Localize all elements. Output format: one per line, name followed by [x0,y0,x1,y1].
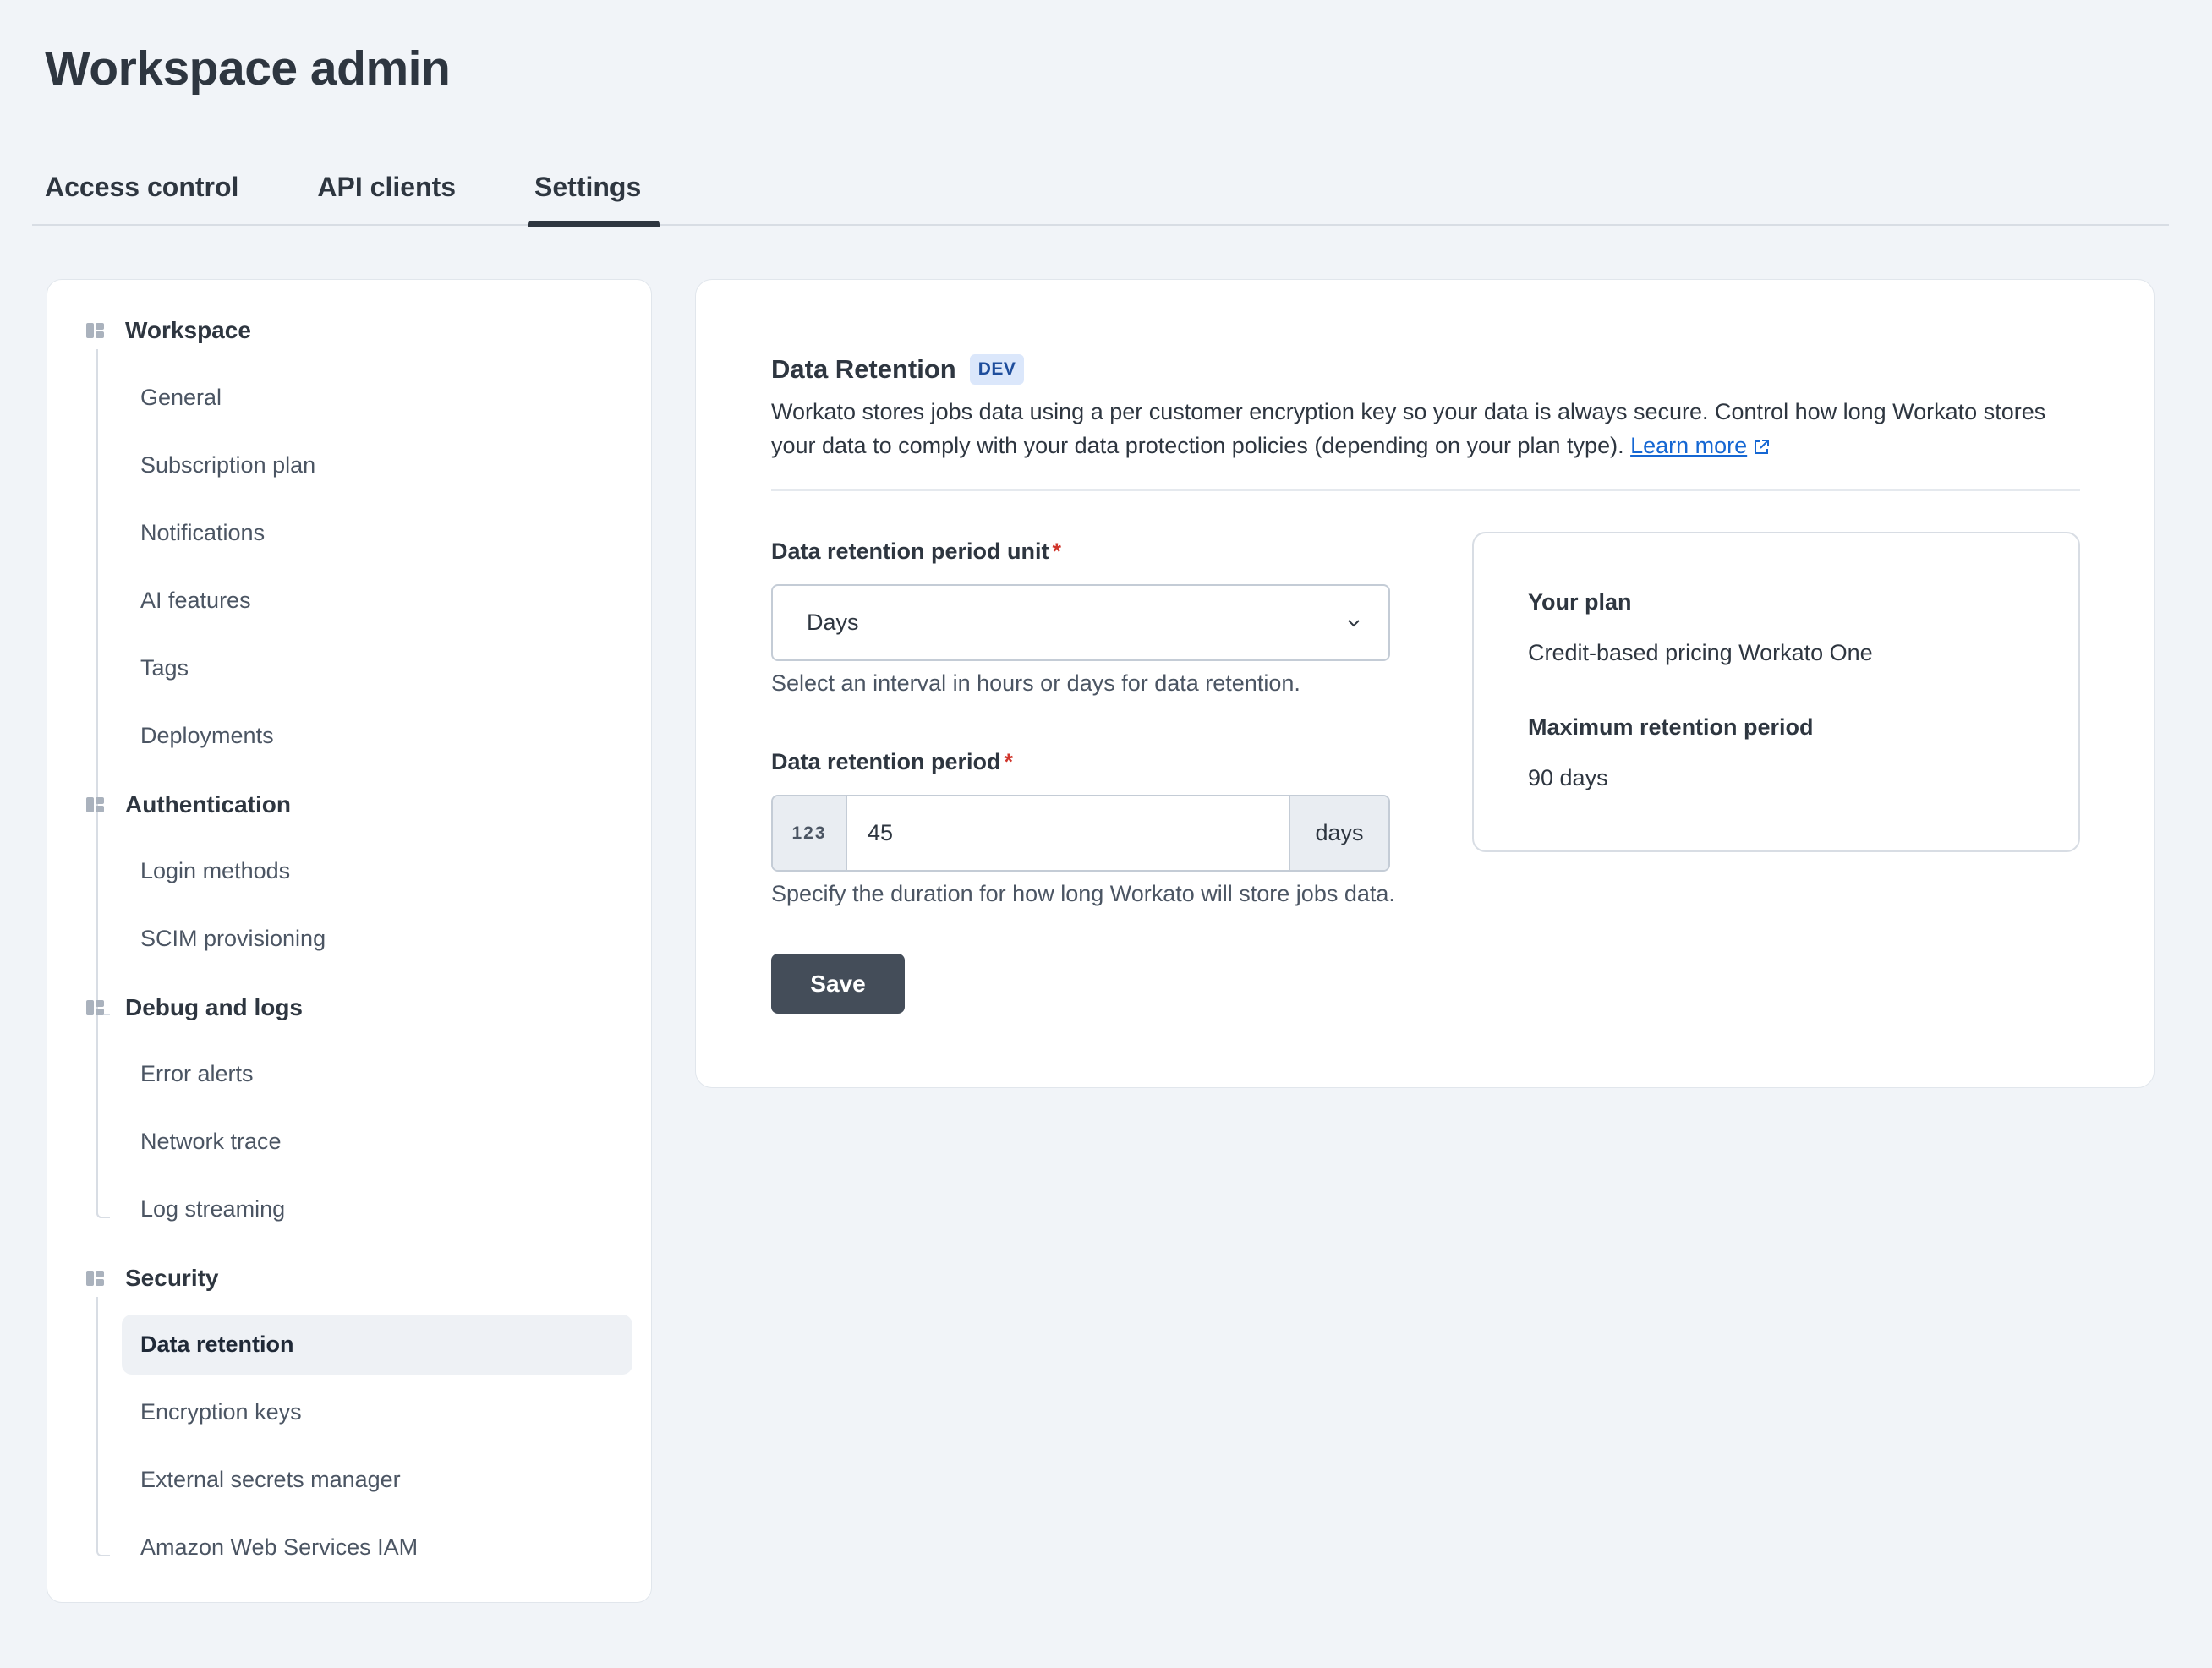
chevron-down-icon [1348,619,1360,626]
tab-bar: Access control API clients Settings [32,169,2169,227]
retention-period-input[interactable] [847,796,1289,870]
sidebar-item-error-alerts[interactable]: Error alerts [122,1044,632,1104]
data-retention-card: Data Retention DEV Workato stores jobs d… [695,279,2155,1088]
sidebar-item-network-trace[interactable]: Network trace [122,1112,632,1172]
section-header: Data Retention DEV [771,354,1025,385]
environment-badge: DEV [969,354,1025,385]
sidebar-item-log-streaming[interactable]: Log streaming [122,1179,632,1239]
sidebar-item-data-retention[interactable]: Data retention [122,1315,632,1375]
learn-more-link[interactable]: Learn more [1630,433,1747,458]
group-label: Debug and logs [125,994,303,1020]
grid-icon [86,796,105,814]
grid-icon [86,1269,105,1288]
group-label: Workspace [125,317,251,343]
section-title: Data Retention [771,354,956,384]
external-link-icon [1755,439,1770,454]
sidebar-item-login-methods[interactable]: Login methods [122,841,632,901]
page-title: Workspace admin [45,41,451,96]
tree-line [96,1026,110,1218]
select-value: Days [807,610,859,635]
sidebar-item-encryption-keys[interactable]: Encryption keys [122,1382,632,1442]
unit-label-text: Data retention period unit [771,539,1049,564]
unit-field-label: Data retention period unit * [771,539,1061,565]
retention-period-input-group: 123 days [771,795,1390,872]
grid-icon [86,998,105,1017]
max-retention-label: Maximum retention period [1528,714,1814,740]
plan-label: Your plan [1528,589,1632,615]
description-text: Workato stores jobs data using a per cus… [771,399,2046,458]
save-button[interactable]: Save [771,954,905,1014]
group-label: Security [125,1265,219,1291]
tab-api-clients[interactable]: API clients [304,169,468,224]
group-label: Authentication [125,791,291,818]
sidebar-item-subscription-plan[interactable]: Subscription plan [122,435,632,495]
unit-suffix: days [1289,796,1388,870]
max-retention-value: 90 days [1528,765,1608,790]
group-workspace: Workspace [86,314,251,347]
grid-icon [86,321,105,340]
sidebar-item-general[interactable]: General [122,368,632,428]
sidebar-item-deployments[interactable]: Deployments [122,706,632,766]
plan-info-box: Your plan Credit-based pricing Workato O… [1472,532,2080,852]
divider [771,489,2080,491]
sidebar-item-tags[interactable]: Tags [122,638,632,698]
section-description: Workato stores jobs data using a per cus… [771,395,2090,462]
period-hint: Specify the duration for how long Workat… [771,881,1395,906]
unit-hint: Select an interval in hours or days for … [771,670,1300,696]
period-field-label: Data retention period * [771,749,1013,775]
tree-line [96,1297,110,1556]
sidebar-item-notifications[interactable]: Notifications [122,503,632,563]
sidebar-item-aws-iam[interactable]: Amazon Web Services IAM [122,1518,632,1578]
group-security: Security [86,1261,219,1295]
sidebar-item-scim-provisioning[interactable]: SCIM provisioning [122,909,632,969]
settings-sidebar: Workspace General Subscription plan Noti… [47,279,652,1603]
sidebar-item-ai-features[interactable]: AI features [122,571,632,631]
required-marker: * [1052,539,1062,564]
tab-access-control[interactable]: Access control [32,169,251,224]
retention-unit-select[interactable]: Days [771,584,1390,661]
tab-settings[interactable]: Settings [522,169,660,227]
required-marker: * [1004,749,1014,774]
group-authentication: Authentication [86,788,291,822]
plan-value: Credit-based pricing Workato One [1528,640,1873,665]
group-debug-and-logs: Debug and logs [86,991,303,1025]
period-label-text: Data retention period [771,749,1001,774]
sidebar-item-external-secrets-manager[interactable]: External secrets manager [122,1450,632,1510]
number-type-icon: 123 [773,796,847,870]
